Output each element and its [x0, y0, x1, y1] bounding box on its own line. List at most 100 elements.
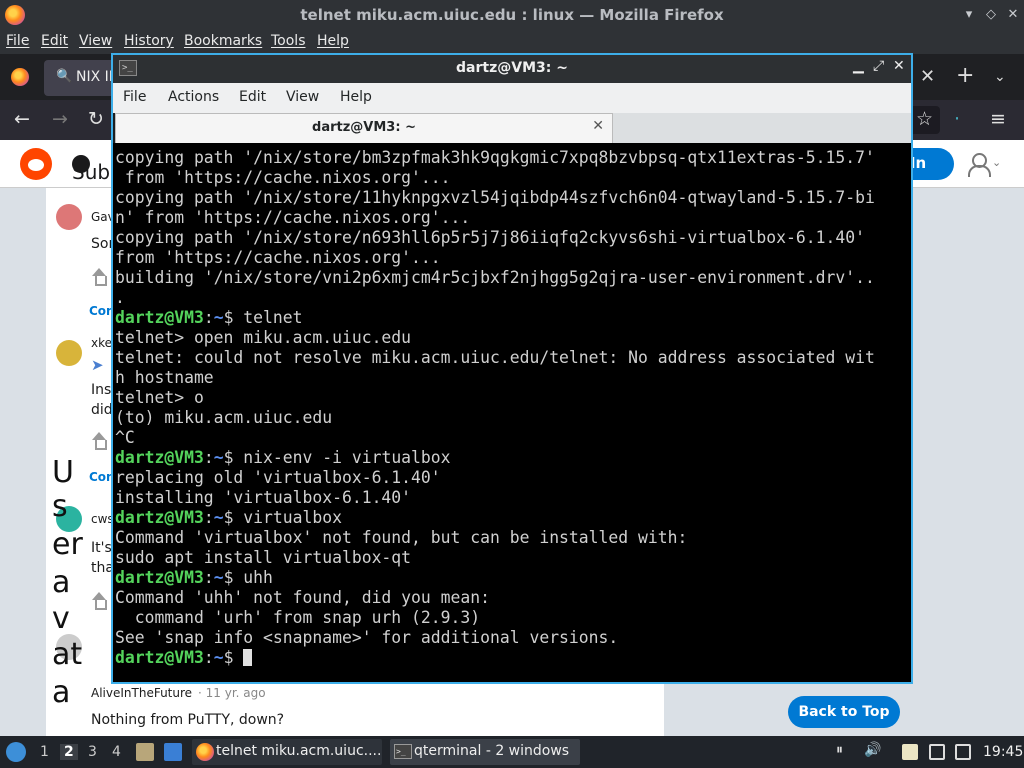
qterminal-tab[interactable]: dartz@VM3: ~ ✕	[115, 113, 613, 143]
workspace-3[interactable]: 3	[88, 744, 97, 760]
qt-menu-file[interactable]: File	[123, 89, 146, 105]
terminal-line: from 'https://cache.nixos.org'...	[115, 168, 451, 187]
prompt-command: $	[223, 648, 244, 667]
terminal-line: h hostname	[115, 368, 214, 387]
stray-text: U	[52, 455, 74, 490]
maximize-icon[interactable]: ⤢	[873, 58, 884, 74]
stray-text: a	[52, 565, 71, 600]
qterminal-titlebar[interactable]: >_ dartz@VM3: ~ ▁ ⤢ ✕	[113, 55, 911, 83]
volume-icon[interactable]: 🔊	[864, 742, 881, 758]
tab-list-icon[interactable]: ⌄	[994, 69, 1006, 85]
show-desktop-icon[interactable]	[164, 743, 182, 761]
tab-close-icon[interactable]: ✕	[592, 118, 604, 134]
stray-text: v	[52, 601, 70, 636]
tab-strip	[613, 113, 911, 143]
forward-icon[interactable]: →	[52, 108, 68, 130]
terminal-line: sudo apt install virtualbox-qt	[115, 548, 412, 567]
close-icon[interactable]: ✕	[1002, 4, 1024, 26]
tab-close-icon[interactable]: ✕	[920, 66, 935, 87]
terminal-screen[interactable]: copying path '/nix/store/bm3zpfmak3hk9qg…	[113, 143, 911, 682]
clock: 19:45	[983, 744, 1024, 760]
menu-view[interactable]: View	[79, 33, 112, 49]
prompt-user: dartz@VM3	[115, 648, 204, 667]
maximize-icon[interactable]: ◇	[980, 4, 1002, 26]
firefox-view-icon[interactable]	[11, 68, 29, 86]
terminal-line: telnet: could not resolve miku.acm.uiuc.…	[115, 348, 875, 367]
stray-text: s	[52, 489, 68, 524]
network-icon[interactable]	[955, 744, 971, 760]
prompt-path: ~	[213, 648, 224, 667]
upvote-icon[interactable]	[90, 592, 108, 610]
terminal-prompt-line: dartz@VM3:~$ uhh	[115, 568, 875, 588]
subreddit-icon	[72, 155, 90, 173]
qt-menu-actions[interactable]: Actions	[168, 89, 219, 105]
minimize-icon[interactable]: ▾	[958, 4, 980, 26]
comment-text: did	[91, 402, 113, 418]
terminal-output: copying path '/nix/store/bm3zpfmak3hk9qg…	[115, 148, 875, 668]
firefox-menubar: File Edit View History Bookmarks Tools H…	[0, 30, 1024, 54]
comment-text: It's	[91, 540, 112, 556]
qt-menu-view[interactable]: View	[286, 89, 319, 105]
user-icon[interactable]	[966, 152, 991, 177]
browser-tab-label: NIX II	[76, 69, 113, 85]
terminal-line: n' from 'https://cache.nixos.org'...	[115, 208, 471, 227]
comment-author[interactable]: AliveInTheFuture	[91, 686, 192, 700]
terminal-line: copying path '/nix/store/n693hll6p5r5j7j…	[115, 228, 865, 247]
close-icon[interactable]: ✕	[893, 58, 905, 74]
extension-icon[interactable]: ·	[954, 108, 960, 130]
avatar[interactable]	[56, 340, 82, 366]
clipboard-icon[interactable]	[902, 744, 918, 760]
task-qterminal[interactable]: >_ qterminal - 2 windows	[390, 739, 580, 765]
qt-menu-edit[interactable]: Edit	[239, 89, 266, 105]
pause-icon[interactable]: ⏸	[836, 742, 852, 758]
prompt-user: dartz@VM3	[115, 568, 204, 587]
terminal-icon: >_	[394, 744, 412, 759]
terminal-line: .	[115, 288, 125, 307]
task-firefox[interactable]: telnet miku.acm.uiuc....	[192, 739, 382, 765]
prompt-sep: :	[203, 308, 214, 327]
chevron-down-icon[interactable]: ⌄	[992, 156, 1001, 169]
terminal-prompt-line: dartz@VM3:~$ nix-env -i virtualbox	[115, 448, 875, 468]
start-menu-icon[interactable]	[6, 742, 26, 762]
terminal-line: from 'https://cache.nixos.org'...	[115, 248, 441, 267]
terminal-cursor	[243, 649, 253, 666]
qt-menu-help[interactable]: Help	[340, 89, 372, 105]
menu-help[interactable]: Help	[317, 33, 349, 49]
keyboard-icon[interactable]	[929, 744, 945, 760]
menu-file[interactable]: File	[6, 33, 29, 49]
qterminal-window: >_ dartz@VM3: ~ ▁ ⤢ ✕ File Actions Edit …	[111, 53, 913, 684]
stray-text: a	[52, 675, 71, 710]
workspace-2[interactable]: 2	[60, 744, 78, 760]
prompt-path: ~	[213, 448, 224, 467]
menu-tools[interactable]: Tools	[271, 33, 306, 49]
prompt-sep: :	[203, 568, 214, 587]
reload-icon[interactable]: ↻	[88, 108, 104, 130]
task-firefox-label: telnet miku.acm.uiuc....	[216, 743, 382, 759]
minimize-icon[interactable]: ▁	[853, 58, 864, 74]
file-manager-icon[interactable]	[136, 743, 154, 761]
workspace-4[interactable]: 4	[112, 744, 121, 760]
terminal-line: Command 'virtualbox' not found, but can …	[115, 528, 688, 547]
menu-edit[interactable]: Edit	[41, 33, 68, 49]
menu-bookmarks[interactable]: Bookmarks	[184, 33, 262, 49]
upvote-icon[interactable]	[90, 268, 108, 286]
firefox-icon	[196, 743, 214, 761]
app-menu-icon[interactable]: ≡	[990, 108, 1006, 130]
terminal-line: telnet> open miku.acm.uiuc.edu	[115, 328, 412, 347]
terminal-line: command 'urh' from snap urh (2.9.3)	[115, 608, 481, 627]
new-tab-icon[interactable]: +	[956, 63, 974, 88]
taskbar: 1 2 3 4 telnet miku.acm.uiuc.... >_ qter…	[0, 736, 1024, 768]
terminal-line: copying path '/nix/store/11hyknpgxvzl54j…	[115, 188, 875, 207]
comment-time: · 11 yr. ago	[198, 686, 266, 700]
comment-author[interactable]: xke	[91, 336, 112, 350]
firefox-titlebar: telnet miku.acm.uiuc.edu : linux — Mozil…	[0, 0, 1024, 30]
stray-text: er	[52, 527, 83, 562]
workspace-1[interactable]: 1	[40, 744, 49, 760]
bookmark-star-icon[interactable]: ☆	[916, 108, 933, 130]
reddit-logo-icon[interactable]	[20, 148, 52, 180]
menu-history[interactable]: History	[124, 33, 174, 49]
avatar[interactable]	[56, 204, 82, 230]
back-to-top-button[interactable]: Back to Top	[788, 696, 900, 728]
upvote-icon[interactable]	[90, 432, 108, 450]
back-icon[interactable]: ←	[14, 108, 30, 130]
